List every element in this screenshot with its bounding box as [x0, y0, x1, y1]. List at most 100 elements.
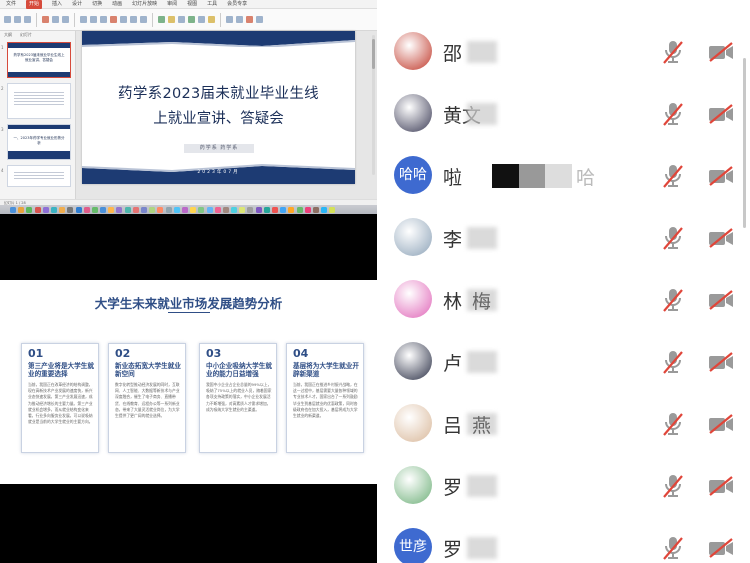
dock-app-icon[interactable] — [181, 206, 188, 213]
mic-muted-icon[interactable] — [661, 225, 685, 251]
dock-app-icon[interactable] — [247, 206, 254, 213]
dock-app-icon[interactable] — [190, 206, 197, 213]
participant-row[interactable]: 邵 — [377, 20, 750, 82]
mic-muted-icon[interactable] — [661, 287, 685, 313]
camera-off-icon[interactable] — [707, 227, 735, 249]
cut-icon[interactable] — [14, 16, 21, 23]
menu-item[interactable]: 动画 — [112, 0, 122, 9]
dock-app-icon[interactable] — [304, 206, 311, 213]
dock-app-icon[interactable] — [206, 206, 213, 213]
menu-item[interactable]: 开始 — [26, 0, 43, 9]
camera-off-icon[interactable] — [707, 351, 735, 373]
dock-app-icon[interactable] — [83, 206, 90, 213]
picture-icon[interactable] — [188, 16, 195, 23]
dock-app-icon[interactable] — [59, 206, 66, 213]
dock-app-icon[interactable] — [18, 206, 25, 213]
participant-row[interactable]: 吕燕 — [377, 392, 750, 454]
menu-item[interactable]: 插入 — [52, 0, 62, 9]
menu-item[interactable]: 幻灯片放映 — [132, 0, 157, 9]
dock-app-icon[interactable] — [149, 206, 156, 213]
dock-app-icon[interactable] — [173, 206, 180, 213]
dock-app-icon[interactable] — [165, 206, 172, 213]
menu-item[interactable]: 设计 — [72, 0, 82, 9]
participant-row[interactable]: 李 — [377, 206, 750, 268]
select-icon[interactable] — [246, 16, 253, 23]
new-slide-icon[interactable] — [42, 16, 49, 23]
menu-item[interactable]: 视图 — [187, 0, 197, 9]
dock-app-icon[interactable] — [263, 206, 270, 213]
chart-icon[interactable] — [208, 16, 215, 23]
mic-muted-icon[interactable] — [661, 101, 685, 127]
menu-item[interactable]: 审阅 — [167, 0, 177, 9]
dock-app-icon[interactable] — [26, 206, 33, 213]
slide-thumbnail[interactable]: 一、2023年药学专业就业形势分析 — [7, 124, 71, 160]
dock-app-icon[interactable] — [141, 206, 147, 213]
mic-muted-icon[interactable] — [661, 349, 685, 375]
dock-app-icon[interactable] — [10, 206, 16, 213]
dock-app-icon[interactable] — [296, 206, 303, 213]
textbox-icon[interactable] — [158, 16, 165, 23]
slide-department[interactable]: 药学系 药学系 — [184, 144, 254, 153]
participant-row[interactable]: 罗 — [377, 454, 750, 516]
dock-app-icon[interactable] — [124, 206, 131, 213]
shape-icon[interactable] — [168, 16, 175, 23]
replace-icon[interactable] — [236, 16, 243, 23]
slide-thumbnail[interactable] — [7, 83, 71, 119]
mic-muted-icon[interactable] — [661, 535, 685, 561]
reset-icon[interactable] — [62, 16, 69, 23]
dock-app-icon[interactable] — [42, 206, 49, 213]
dock-app-icon[interactable] — [108, 206, 115, 213]
camera-off-icon[interactable] — [707, 537, 735, 559]
camera-off-icon[interactable] — [707, 103, 735, 125]
participant-row[interactable]: 黄文 — [377, 82, 750, 144]
tab-outline[interactable]: 大纲 — [4, 31, 12, 38]
menu-item[interactable]: 切换 — [92, 0, 102, 9]
participant-list[interactable]: 邵黄文 哈哈啦哈李林梅卢吕燕罗世彦罗 — [377, 0, 750, 563]
participant-row[interactable]: 卢 — [377, 330, 750, 392]
layout-icon[interactable] — [52, 16, 59, 23]
bold-icon[interactable] — [80, 16, 87, 23]
camera-off-icon[interactable] — [707, 413, 735, 435]
dock-app-icon[interactable] — [157, 206, 164, 213]
camera-off-icon[interactable] — [707, 475, 735, 497]
menu-item[interactable]: 工具 — [207, 0, 217, 9]
table-icon[interactable] — [198, 16, 205, 23]
arrange-icon[interactable] — [178, 16, 185, 23]
slide-thumbnail[interactable]: 药学系2023届未就业毕业生线上就业宣讲、答疑会 — [7, 42, 71, 78]
dock-app-icon[interactable] — [132, 206, 139, 213]
scrollbar-thumb[interactable] — [372, 39, 375, 69]
find-icon[interactable] — [226, 16, 233, 23]
dock-app-icon[interactable] — [222, 206, 229, 213]
paste-icon[interactable] — [4, 16, 11, 23]
dock-app-icon[interactable] — [329, 206, 336, 213]
dock-app-icon[interactable] — [255, 206, 262, 213]
mic-muted-icon[interactable] — [661, 411, 685, 437]
dock-app-icon[interactable] — [34, 206, 41, 213]
dock-app-icon[interactable] — [67, 206, 74, 213]
dock-app-icon[interactable] — [312, 206, 319, 213]
dock-app-icon[interactable] — [280, 206, 287, 213]
copy-icon[interactable] — [24, 16, 31, 23]
dock-app-icon[interactable] — [91, 206, 98, 213]
dock-app-icon[interactable] — [321, 206, 328, 213]
dock-app-icon[interactable] — [239, 206, 246, 213]
align-left-icon[interactable] — [120, 16, 127, 23]
dock-app-icon[interactable] — [214, 206, 221, 213]
dock-app-icon[interactable] — [198, 206, 205, 213]
dock-app-icon[interactable] — [50, 206, 57, 213]
align-center-icon[interactable] — [130, 16, 137, 23]
slide-editing-canvas[interactable]: 药学系2023届未就业毕业生线 上就业宣讲、答疑会 药学系 药学系 2023年0… — [76, 31, 377, 199]
slide-title-line-1[interactable]: 药学系2023届未就业毕业生线 — [82, 82, 355, 103]
dock-app-icon[interactable] — [100, 206, 107, 213]
menu-item[interactable]: 文件 — [6, 0, 16, 9]
current-slide[interactable]: 药学系2023届未就业毕业生线 上就业宣讲、答疑会 药学系 药学系 2023年0… — [82, 31, 355, 184]
slide-thumbnail[interactable] — [7, 165, 71, 187]
mic-muted-icon[interactable] — [661, 163, 685, 189]
italic-icon[interactable] — [90, 16, 97, 23]
slide-title-line-2[interactable]: 上就业宣讲、答疑会 — [82, 107, 355, 128]
dock-app-icon[interactable] — [75, 206, 82, 213]
camera-off-icon[interactable] — [707, 41, 735, 63]
camera-off-icon[interactable] — [707, 289, 735, 311]
dock-app-icon[interactable] — [116, 206, 123, 213]
participant-row[interactable]: 林梅 — [377, 268, 750, 330]
